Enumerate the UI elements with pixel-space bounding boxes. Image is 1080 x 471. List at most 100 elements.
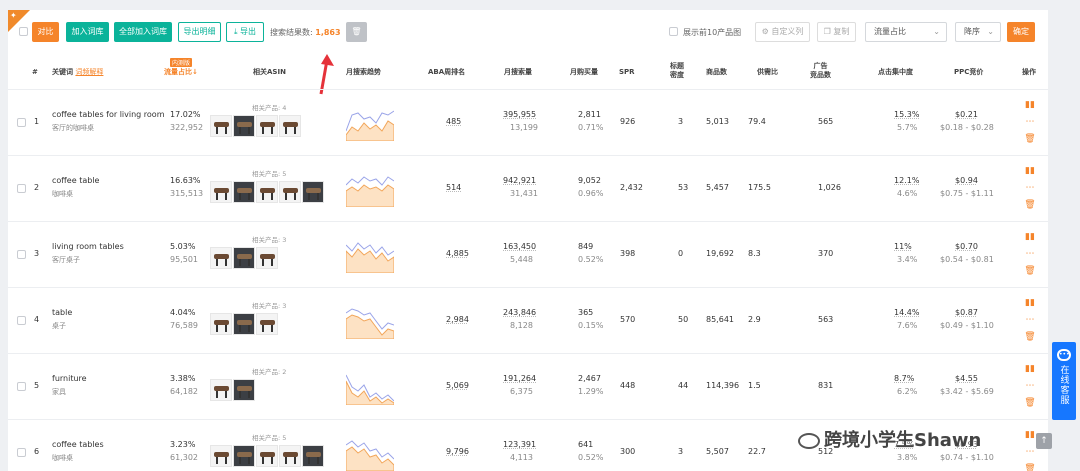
confirm-button[interactable]: 确定 bbox=[1007, 22, 1035, 42]
export-button[interactable]: ⤓ 导出 bbox=[226, 22, 264, 42]
ppc-bid[interactable]: $0.21 bbox=[955, 110, 978, 119]
trash-icon[interactable]: 🗑 bbox=[1024, 200, 1036, 210]
col-spr[interactable]: SPR bbox=[619, 68, 635, 77]
product-thumbnail[interactable] bbox=[233, 115, 255, 137]
more-icon[interactable]: ⋯ bbox=[1024, 447, 1036, 457]
search-volume[interactable]: 163,450 bbox=[503, 242, 536, 251]
trash-icon[interactable]: 🗑 bbox=[1024, 398, 1036, 408]
product-thumbnail[interactable] bbox=[210, 181, 232, 203]
bar-chart-icon[interactable]: ▮▮ bbox=[1024, 166, 1036, 176]
search-volume[interactable]: 191,264 bbox=[503, 374, 536, 383]
aba-rank[interactable]: 4,885 bbox=[446, 249, 469, 258]
product-thumbnail[interactable] bbox=[233, 445, 255, 467]
product-thumbnail[interactable] bbox=[233, 313, 255, 335]
bar-chart-icon[interactable]: ▮▮ bbox=[1024, 298, 1036, 308]
product-thumbnail[interactable] bbox=[256, 247, 278, 269]
col-ad-competitors[interactable]: 广告 竞品数 bbox=[810, 62, 831, 80]
bar-chart-icon[interactable]: ▮▮ bbox=[1024, 364, 1036, 374]
col-aba[interactable]: ABA周排名 bbox=[428, 68, 465, 77]
search-trend-sparkline[interactable] bbox=[346, 303, 394, 339]
click-concentration[interactable]: 8.7% bbox=[894, 374, 914, 383]
col-ppc[interactable]: PPC竞价 bbox=[954, 68, 983, 77]
ppc-bid[interactable]: $4.55 bbox=[955, 374, 978, 383]
bar-chart-icon[interactable]: ▮▮ bbox=[1024, 100, 1036, 110]
aba-rank[interactable]: 5,069 bbox=[446, 381, 469, 390]
click-concentration[interactable]: 14.4% bbox=[894, 308, 919, 317]
product-thumbnail[interactable] bbox=[279, 445, 301, 467]
search-trend-sparkline[interactable] bbox=[346, 369, 394, 405]
product-thumbnail[interactable] bbox=[302, 181, 324, 203]
click-concentration[interactable]: 15.3% bbox=[894, 110, 919, 119]
search-trend-sparkline[interactable] bbox=[346, 105, 394, 141]
col-supply-ratio[interactable]: 供需比 bbox=[757, 68, 778, 77]
product-thumbnail[interactable] bbox=[210, 115, 232, 137]
more-icon[interactable]: ⋯ bbox=[1024, 117, 1036, 127]
aba-rank[interactable]: 485 bbox=[446, 117, 461, 126]
custom-columns-button[interactable]: ⚙ 自定义列 bbox=[755, 22, 810, 42]
export-detail-button[interactable]: 导出明细 bbox=[178, 22, 221, 42]
compare-button[interactable]: 对比 bbox=[32, 22, 59, 42]
keyword-text[interactable]: coffee tables for living room bbox=[52, 110, 165, 119]
search-trend-sparkline[interactable] bbox=[346, 237, 394, 273]
trash-icon[interactable]: 🗑 bbox=[1024, 134, 1036, 144]
aba-rank[interactable]: 514 bbox=[446, 183, 461, 192]
search-volume[interactable]: 243,846 bbox=[503, 308, 536, 317]
search-volume[interactable]: 942,921 bbox=[503, 176, 536, 185]
row-checkbox[interactable] bbox=[17, 448, 26, 457]
trash-icon[interactable]: 🗑 bbox=[1024, 464, 1036, 471]
col-traffic[interactable]: 流量占比↓ bbox=[164, 68, 198, 77]
product-thumbnail[interactable] bbox=[279, 181, 301, 203]
keyword-text[interactable]: living room tables bbox=[52, 242, 124, 251]
more-icon[interactable]: ⋯ bbox=[1024, 381, 1036, 391]
keyword-text[interactable]: furniture bbox=[52, 374, 87, 383]
click-concentration[interactable]: 11% bbox=[894, 242, 912, 251]
col-search-vol[interactable]: 月搜索量 bbox=[504, 68, 532, 77]
ppc-bid[interactable]: $0.70 bbox=[955, 242, 978, 251]
row-checkbox[interactable] bbox=[17, 184, 26, 193]
more-icon[interactable]: ⋯ bbox=[1024, 315, 1036, 325]
keyword-text[interactable]: coffee tables bbox=[52, 440, 104, 449]
col-click-concentration[interactable]: 点击集中度 bbox=[878, 68, 913, 77]
ppc-bid[interactable]: $0.94 bbox=[955, 176, 978, 185]
aba-rank[interactable]: 9,796 bbox=[446, 447, 469, 456]
product-thumbnail[interactable] bbox=[256, 445, 278, 467]
col-buy-vol[interactable]: 月购买量 bbox=[570, 68, 598, 77]
top10-checkbox[interactable] bbox=[669, 27, 678, 36]
bar-chart-icon[interactable]: ▮▮ bbox=[1024, 232, 1036, 242]
search-trend-sparkline[interactable] bbox=[346, 435, 394, 471]
product-thumbnail[interactable] bbox=[210, 313, 232, 335]
add-all-to-library-button[interactable]: 全部加入词库 bbox=[114, 22, 172, 42]
row-checkbox[interactable] bbox=[17, 316, 26, 325]
col-title-density[interactable]: 标题 密度 bbox=[670, 62, 684, 80]
keyword-text[interactable]: table bbox=[52, 308, 72, 317]
more-icon[interactable]: ⋯ bbox=[1024, 183, 1036, 193]
sort-order-select[interactable]: 降序 ⌄ bbox=[955, 22, 1001, 42]
trash-icon[interactable]: 🗑 bbox=[1024, 332, 1036, 342]
more-icon[interactable]: ⋯ bbox=[1024, 249, 1036, 259]
search-volume[interactable]: 123,391 bbox=[503, 440, 536, 449]
product-thumbnail[interactable] bbox=[279, 115, 301, 137]
search-trend-sparkline[interactable] bbox=[346, 171, 394, 207]
add-to-library-button[interactable]: 加入词库 bbox=[66, 22, 109, 42]
product-thumbnail[interactable] bbox=[233, 181, 255, 203]
online-support-button[interactable]: ••• 在线客服 bbox=[1052, 342, 1076, 420]
keyword-text[interactable]: coffee table bbox=[52, 176, 99, 185]
back-to-top-button[interactable]: ↑ bbox=[1036, 433, 1052, 449]
col-keyword[interactable]: 关键词 词频解释 bbox=[52, 68, 103, 77]
sort-field-select[interactable]: 流量占比 ⌄ bbox=[865, 22, 947, 42]
product-thumbnail[interactable] bbox=[210, 445, 232, 467]
bar-chart-icon[interactable]: ▮▮ bbox=[1024, 430, 1036, 440]
product-thumbnail[interactable] bbox=[302, 445, 324, 467]
aba-rank[interactable]: 2,984 bbox=[446, 315, 469, 324]
product-thumbnail[interactable] bbox=[233, 247, 255, 269]
product-thumbnail[interactable] bbox=[256, 313, 278, 335]
row-checkbox[interactable] bbox=[17, 382, 26, 391]
search-volume[interactable]: 395,955 bbox=[503, 110, 536, 119]
col-products[interactable]: 商品数 bbox=[706, 68, 727, 77]
ppc-bid[interactable]: $0.87 bbox=[955, 308, 978, 317]
product-thumbnail[interactable] bbox=[233, 379, 255, 401]
product-thumbnail[interactable] bbox=[210, 379, 232, 401]
product-thumbnail[interactable] bbox=[256, 115, 278, 137]
click-concentration[interactable]: 12.1% bbox=[894, 176, 919, 185]
row-checkbox[interactable] bbox=[17, 118, 26, 127]
